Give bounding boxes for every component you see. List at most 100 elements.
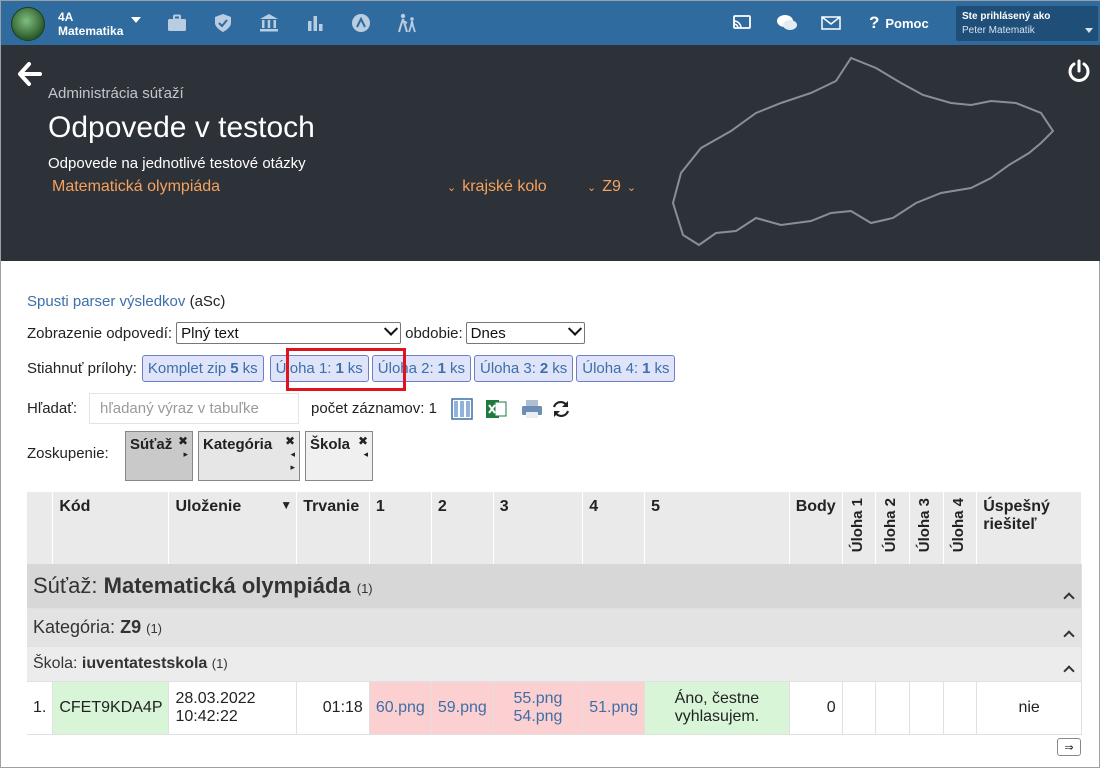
round-filter-label: krajské kolo [462,178,547,195]
refresh-icon[interactable] [551,399,571,419]
row-saved-time: 10:42:22 [175,707,238,725]
power-icon[interactable] [1067,59,1091,83]
col-task4[interactable]: Úloha 4 [943,492,978,564]
row-answer-q1[interactable]: 60.png [369,681,432,735]
round-filter[interactable]: ⌄ krajské kolo [447,178,547,196]
table-header-row: Kód Uloženie ▼ Trvanie 1 2 3 4 5 Body Úl… [27,492,1082,564]
group-chip-category[interactable]: Kategória ✖ ◂ ▸ [198,431,300,481]
class-subject[interactable]: Matematika [58,24,123,38]
row-answer-q5-line2: vyhlasujem. [674,707,760,725]
briefcase-icon[interactable] [166,12,188,34]
help-question-icon: ? [869,13,880,32]
institution-icon[interactable] [258,12,280,34]
shield-icon[interactable] [212,12,234,34]
display-select[interactable]: Plný text [176,321,402,344]
group-chip-label: Kategória [203,436,273,453]
col-code[interactable]: Kód [52,492,170,564]
download-task3-button[interactable]: Úloha 3: 2 ks [474,355,574,382]
col-q4[interactable]: 4 [582,492,646,564]
row-task3 [909,681,944,735]
col-q1[interactable]: 1 [369,492,432,564]
collapse-caret-icon[interactable] [1063,664,1075,677]
help-label: Pomoc [885,15,929,31]
excel-icon[interactable] [485,398,507,420]
search-input[interactable]: hľadaný výraz v tabuľke [89,393,300,424]
chevron-down-icon: ⌄ [626,181,637,194]
row-answer-q3-file1[interactable]: 55.png [500,690,576,708]
chevron-down-icon [567,321,582,336]
row-answer-q3: 55.png 54.png [493,681,584,735]
page-subtitle: Odpovede na jednotlivé testové otázky [48,155,306,172]
move-arrows-icon[interactable]: ◂ [363,448,368,461]
class-name[interactable]: 4A [58,10,73,24]
group-chip-school[interactable]: Škola ✖ ◂ [305,431,373,481]
page-header: Administrácia súťaží Odpovede v testoch … [1,45,1100,261]
class-dropdown-caret-icon[interactable] [131,17,141,23]
col-saved[interactable]: Uloženie ▼ [168,492,298,564]
class-avatar[interactable] [11,7,45,41]
download-task4-button[interactable]: Úloha 4: 1 ks [576,355,676,382]
download-button-label: Úloha 3: [480,360,536,377]
group-chip-competition[interactable]: Súťaž ✖ ▸ [125,431,193,481]
collapse-caret-icon[interactable] [1063,629,1075,642]
period-select[interactable]: Dnes [465,321,585,344]
display-label: Zobrazenie odpovedí: [27,324,173,342]
move-arrows-icon[interactable]: ◂ ▸ [290,448,295,474]
highlight-box [286,348,406,391]
columns-icon[interactable] [451,397,473,420]
col-task2[interactable]: Úloha 2 [875,492,910,564]
download-button-label: Komplet zip [147,360,227,377]
back-arrow-icon[interactable] [17,61,43,87]
collapse-caret-icon[interactable] [1063,591,1075,604]
col-duration[interactable]: Trvanie [296,492,370,564]
user-menu[interactable]: Ste prihlásený ako Peter Matematik [956,6,1098,41]
group-value: Z9 [120,616,142,637]
col-q2[interactable]: 2 [431,492,494,564]
cast-screen-icon[interactable] [731,12,753,34]
download-button-label: Úloha 4: [582,360,639,377]
user-logged-label: Ste prihlásený ako [962,11,1051,22]
col-success[interactable]: Úspešný riešiteľ [976,492,1082,564]
move-arrows-icon[interactable]: ▸ [183,448,188,461]
close-icon[interactable]: ✖ [285,434,295,448]
col-index [27,492,54,564]
row-answer-q2[interactable]: 59.png [431,681,494,735]
display-row: Zobrazenie odpovedí: Plný text obdobie: … [27,321,585,344]
gauge-icon[interactable] [350,12,372,34]
group-chip-label: Škola [310,436,351,453]
table-row[interactable]: 1. CFET9KDA4P 28.03.2022 10:42:22 01:18 … [27,681,1082,735]
hiking-people-icon[interactable] [396,12,418,34]
print-icon[interactable] [521,398,543,420]
col-task1[interactable]: Úloha 1 [842,492,877,564]
group-label: Súťaž: [33,572,98,598]
download-complete-zip-button[interactable]: Komplet zip 5 ks [141,355,264,382]
help-button[interactable]: ? Pomoc [869,13,929,33]
col-q3[interactable]: 3 [493,492,584,564]
row-task4 [943,681,978,735]
row-task2 [875,681,910,735]
download-button-unit: ks [654,360,670,377]
category-filter[interactable]: ⌄ Z9 ⌄ [587,178,636,196]
col-q5[interactable]: 5 [644,492,790,564]
chevron-down-icon: ⌄ [447,181,457,194]
breadcrumb[interactable]: Administrácia súťaží [48,85,184,102]
row-answer-q4[interactable]: 51.png [582,681,646,735]
competition-filter[interactable]: Matematická olympiáda [52,178,220,196]
group-row-school[interactable]: Škola: iuventatestskola (1) [27,646,1082,682]
col-task3[interactable]: Úloha 3 [909,492,944,564]
chat-bubbles-icon[interactable] [776,12,798,34]
group-value: iuventatestskola [81,654,208,672]
close-icon[interactable]: ✖ [358,434,368,448]
pager-next-button[interactable]: ⇒ [1057,738,1081,756]
col-points[interactable]: Body [789,492,843,564]
group-row-competition[interactable]: Súťaž: Matematická olympiáda (1) [27,564,1082,609]
bar-chart-icon[interactable] [304,12,326,34]
col-task4-label: Úloha 4 [949,498,967,553]
group-label: Kategória: [33,616,116,637]
parser-link[interactable]: Spusti parser výsledkov [27,293,185,310]
group-row-category[interactable]: Kategória: Z9 (1) [27,608,1082,647]
group-count: (1) [356,580,373,596]
mail-icon[interactable] [820,12,842,34]
row-answer-q3-file2[interactable]: 54.png [500,708,576,726]
close-icon[interactable]: ✖ [178,434,188,448]
